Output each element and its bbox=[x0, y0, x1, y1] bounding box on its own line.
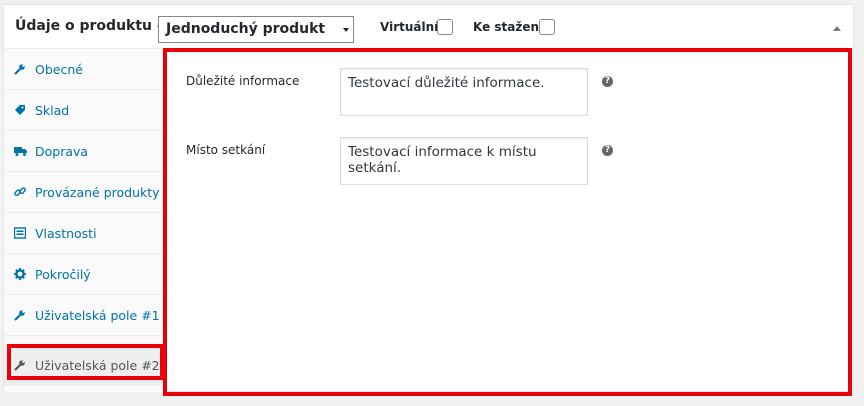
product-tabs-sidebar: Obecné Sklad Doprava Provázané produkty … bbox=[4, 49, 164, 392]
help-icon[interactable]: ? bbox=[602, 76, 613, 87]
tab-label: Uživatelská pole #2 bbox=[35, 358, 160, 373]
product-type-select[interactable]: Jednoduchý produkt bbox=[158, 16, 354, 43]
list-icon bbox=[14, 227, 26, 239]
product-data-header: Údaje o produktu — Jednoduchý produkt Vi… bbox=[4, 5, 853, 49]
virtual-label: Virtuální: bbox=[380, 20, 444, 34]
tab-label: Vlastnosti bbox=[35, 226, 97, 241]
wrench-icon bbox=[14, 64, 25, 75]
tab-attributes[interactable]: Vlastnosti bbox=[4, 213, 163, 254]
important-info-textarea[interactable]: Testovací důležité informace. bbox=[340, 68, 588, 116]
tab-custom-fields-1[interactable]: Uživatelská pole #1 bbox=[4, 295, 163, 336]
product-data-box: Údaje o produktu — Jednoduchý produkt Vi… bbox=[3, 4, 854, 392]
tab-linked-products[interactable]: Provázané produkty bbox=[4, 172, 163, 213]
truck-icon bbox=[14, 147, 27, 156]
meeting-place-textarea[interactable]: Testovací informace k místu setkání. bbox=[340, 137, 588, 185]
download-label: Ke stažení: bbox=[473, 20, 548, 34]
custom-fields-panel: Důležité informace Testovací důležité in… bbox=[174, 49, 844, 389]
virtual-checkbox[interactable] bbox=[437, 19, 453, 35]
tab-advanced[interactable]: Pokročilý bbox=[4, 254, 163, 295]
collapse-toggle-icon[interactable] bbox=[833, 26, 841, 31]
product-data-title: Údaje o produktu — bbox=[15, 18, 171, 34]
tab-label: Pokročilý bbox=[35, 267, 91, 282]
download-checkbox[interactable] bbox=[539, 19, 555, 35]
tab-label: Provázané produkty bbox=[35, 185, 160, 200]
tab-label: Obecné bbox=[35, 62, 83, 77]
tab-label: Sklad bbox=[35, 103, 70, 118]
tab-custom-fields-2[interactable]: Uživatelská pole #2 bbox=[4, 345, 163, 386]
tab-label: Doprava bbox=[35, 144, 89, 159]
product-type-value: Jednoduchý produkt bbox=[166, 21, 326, 37]
tab-inventory[interactable]: Sklad bbox=[4, 90, 163, 131]
link-icon bbox=[14, 187, 26, 197]
tab-shipping[interactable]: Doprava bbox=[4, 131, 163, 172]
field-label-meeting-place: Místo setkání bbox=[186, 143, 266, 157]
wrench-icon bbox=[14, 310, 25, 321]
gear-icon bbox=[14, 268, 26, 280]
wrench-icon bbox=[14, 360, 25, 371]
field-label-important-info: Důležité informace bbox=[186, 74, 300, 88]
help-icon[interactable]: ? bbox=[602, 145, 613, 156]
tab-label: Uživatelská pole #1 bbox=[35, 308, 160, 323]
chevron-down-icon bbox=[343, 28, 349, 32]
tag-icon bbox=[15, 105, 25, 115]
tab-general[interactable]: Obecné bbox=[4, 49, 163, 90]
